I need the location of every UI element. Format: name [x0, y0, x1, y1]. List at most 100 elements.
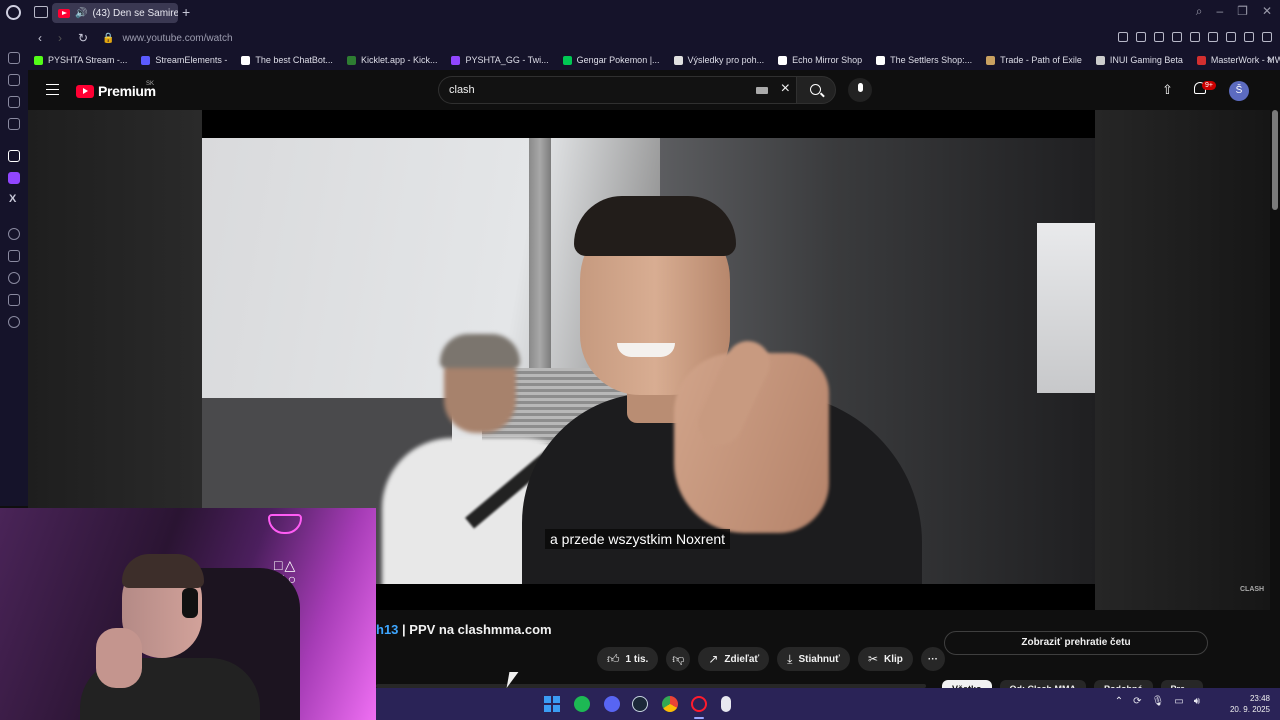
- music-icon[interactable]: [8, 118, 20, 130]
- lock-icon[interactable]: 🔒: [102, 33, 114, 44]
- tab-islands-icon[interactable]: [34, 6, 48, 18]
- bookmark-item[interactable]: Kicklet.app - Kick...: [346, 55, 437, 65]
- clear-search-icon[interactable]: ×: [781, 80, 790, 98]
- video-title-link[interactable]: h13: [376, 622, 398, 637]
- bookmark-item[interactable]: INUI Gaming Beta: [1095, 55, 1183, 65]
- menu-hamburger-icon[interactable]: [46, 84, 59, 95]
- snapshot-icon[interactable]: [1136, 32, 1146, 42]
- more-actions-button[interactable]: ···: [920, 647, 945, 671]
- share-button[interactable]: ↗ Zdieľať: [698, 647, 770, 671]
- opera-logo-icon[interactable]: [6, 5, 21, 20]
- bookmark-label: Trade - Path of Exile: [1000, 55, 1082, 65]
- profile-icon[interactable]: [1226, 32, 1236, 42]
- bookmark-item[interactable]: Trade - Path of Exile: [986, 55, 1082, 65]
- heart-icon[interactable]: [1190, 32, 1200, 42]
- video-subtitle: a przede wszystkim Noxrent: [545, 529, 731, 549]
- tray-display-icon[interactable]: ▭: [1174, 696, 1183, 707]
- discord-icon[interactable]: [604, 696, 620, 712]
- url-field[interactable]: www.youtube.com/watch: [122, 33, 232, 44]
- search-value: clash: [449, 84, 475, 96]
- thumbs-up-icon: 👍︎: [607, 651, 620, 666]
- obs-mic-icon[interactable]: [721, 696, 731, 712]
- workspaces-icon[interactable]: [8, 96, 20, 108]
- clip-button[interactable]: ✂ Klip: [857, 647, 913, 671]
- tray-update-icon[interactable]: ⟳: [1133, 696, 1141, 707]
- clock-date: 20. 9. 2025: [1229, 705, 1270, 714]
- scene-person-hair: [574, 196, 736, 256]
- clock-time: 23:48: [1249, 694, 1270, 703]
- webcam-overlay: □△✕○: [0, 508, 376, 720]
- back-button[interactable]: ‹: [38, 31, 48, 45]
- pinboard-icon[interactable]: [8, 228, 20, 240]
- video-actions: 👍︎ 1 tis. 👎︎ ↗ Zdieľať ⤓ Stiahnuť ✂ Klip…: [597, 647, 945, 671]
- windows-taskbar: ⌃ ⟳ 🎙︎ ▭ 🔊︎ 23:48 20. 9. 2025: [376, 688, 1280, 720]
- player-icon[interactable]: [1172, 32, 1182, 42]
- page-scrollbar[interactable]: [1272, 110, 1278, 210]
- active-app-indicator: [694, 717, 704, 719]
- extensions-icon[interactable]: [1208, 32, 1218, 42]
- region-code: SK: [146, 81, 155, 87]
- forward-button[interactable]: ›: [58, 31, 68, 45]
- twitch-icon[interactable]: [8, 172, 20, 184]
- keyboard-icon[interactable]: [756, 87, 768, 94]
- minimize-button[interactable]: –: [1216, 4, 1223, 19]
- bookmark-item[interactable]: The Settlers Shop:...: [876, 55, 972, 65]
- new-tab-button[interactable]: +: [182, 4, 190, 20]
- history-icon[interactable]: [8, 272, 20, 284]
- opera-gx-icon[interactable]: [691, 696, 707, 712]
- bookmarks-icon[interactable]: [8, 250, 20, 262]
- download-icon[interactable]: [1244, 32, 1254, 42]
- tab-youtube[interactable]: 🔊 (43) Den se Samirem a: [52, 3, 178, 23]
- search-input[interactable]: clash ×: [438, 76, 796, 104]
- system-tray: ⌃ ⟳ 🎙︎ ▭ 🔊︎: [1115, 696, 1200, 707]
- voice-search-button[interactable]: [848, 78, 872, 102]
- bookmark-item[interactable]: Gengar Pokemon |...: [562, 55, 660, 65]
- bookmark-item[interactable]: The best ChatBot...: [241, 55, 333, 65]
- messenger-icon[interactable]: [8, 52, 20, 64]
- download-button[interactable]: ⤓ Stiahnuť: [777, 647, 850, 671]
- vpn-icon[interactable]: [1154, 32, 1164, 42]
- reload-button[interactable]: ↻: [78, 31, 88, 45]
- kick-icon[interactable]: [8, 150, 20, 162]
- x-icon[interactable]: X: [9, 193, 16, 205]
- steam-icon[interactable]: [632, 696, 648, 712]
- scene-person-back-hair: [440, 334, 520, 368]
- bookmark-item[interactable]: Echo Mirror Shop: [778, 55, 862, 65]
- chrome-icon[interactable]: [662, 696, 678, 712]
- pin-icon[interactable]: [1118, 32, 1128, 42]
- show-chat-replay-button[interactable]: Zobraziť prehratie četu: [944, 631, 1208, 655]
- spotify-icon[interactable]: [574, 696, 590, 712]
- bookmark-favicon-icon: [673, 55, 683, 65]
- avatar[interactable]: Š: [1229, 81, 1249, 101]
- search-button[interactable]: [796, 76, 836, 104]
- channel-watermark[interactable]: CLASH: [1240, 586, 1264, 593]
- settings-icon[interactable]: [8, 316, 20, 328]
- tray-chevron-icon[interactable]: ⌃: [1115, 696, 1123, 707]
- like-count: 1 tis.: [625, 653, 649, 665]
- search-tabs-icon[interactable]: ⌕: [1196, 4, 1203, 19]
- youtube-logo[interactable]: Premium: [76, 83, 156, 99]
- like-button[interactable]: 👍︎ 1 tis.: [597, 647, 659, 671]
- bookmark-item[interactable]: PYSHTA Stream -...: [34, 55, 127, 65]
- bookmark-favicon-icon: [1196, 55, 1206, 65]
- bookmarks-overflow-icon[interactable]: »: [1266, 54, 1272, 65]
- create-icon[interactable]: ⇧: [1162, 82, 1173, 98]
- bookmark-label: INUI Gaming Beta: [1109, 55, 1183, 65]
- bookmark-favicon-icon: [141, 55, 151, 65]
- extensions-sidebar-icon[interactable]: [8, 294, 20, 306]
- tray-mic-icon[interactable]: 🎙︎: [1152, 696, 1165, 707]
- menu-icon[interactable]: [1262, 32, 1272, 42]
- windows-start-icon[interactable]: [544, 696, 560, 712]
- thumbs-down-icon: 👎︎: [672, 651, 685, 666]
- speaker-icon[interactable]: 🔊: [75, 8, 87, 19]
- bookmark-item[interactable]: PYSHTA_GG - Twi...: [451, 55, 549, 65]
- clip-label: Klip: [884, 653, 903, 665]
- tray-volume-icon[interactable]: 🔊︎: [1194, 696, 1200, 707]
- close-window-button[interactable]: ✕: [1262, 4, 1272, 19]
- taskbar-clock[interactable]: 23:48 20. 9. 2025: [1230, 693, 1270, 715]
- ai-icon[interactable]: [8, 74, 20, 86]
- bookmark-item[interactable]: StreamElements -: [141, 55, 227, 65]
- dislike-button[interactable]: 👎︎: [666, 647, 691, 671]
- maximize-button[interactable]: ❐: [1237, 4, 1248, 19]
- bookmark-item[interactable]: Výsledky pro poh...: [673, 55, 764, 65]
